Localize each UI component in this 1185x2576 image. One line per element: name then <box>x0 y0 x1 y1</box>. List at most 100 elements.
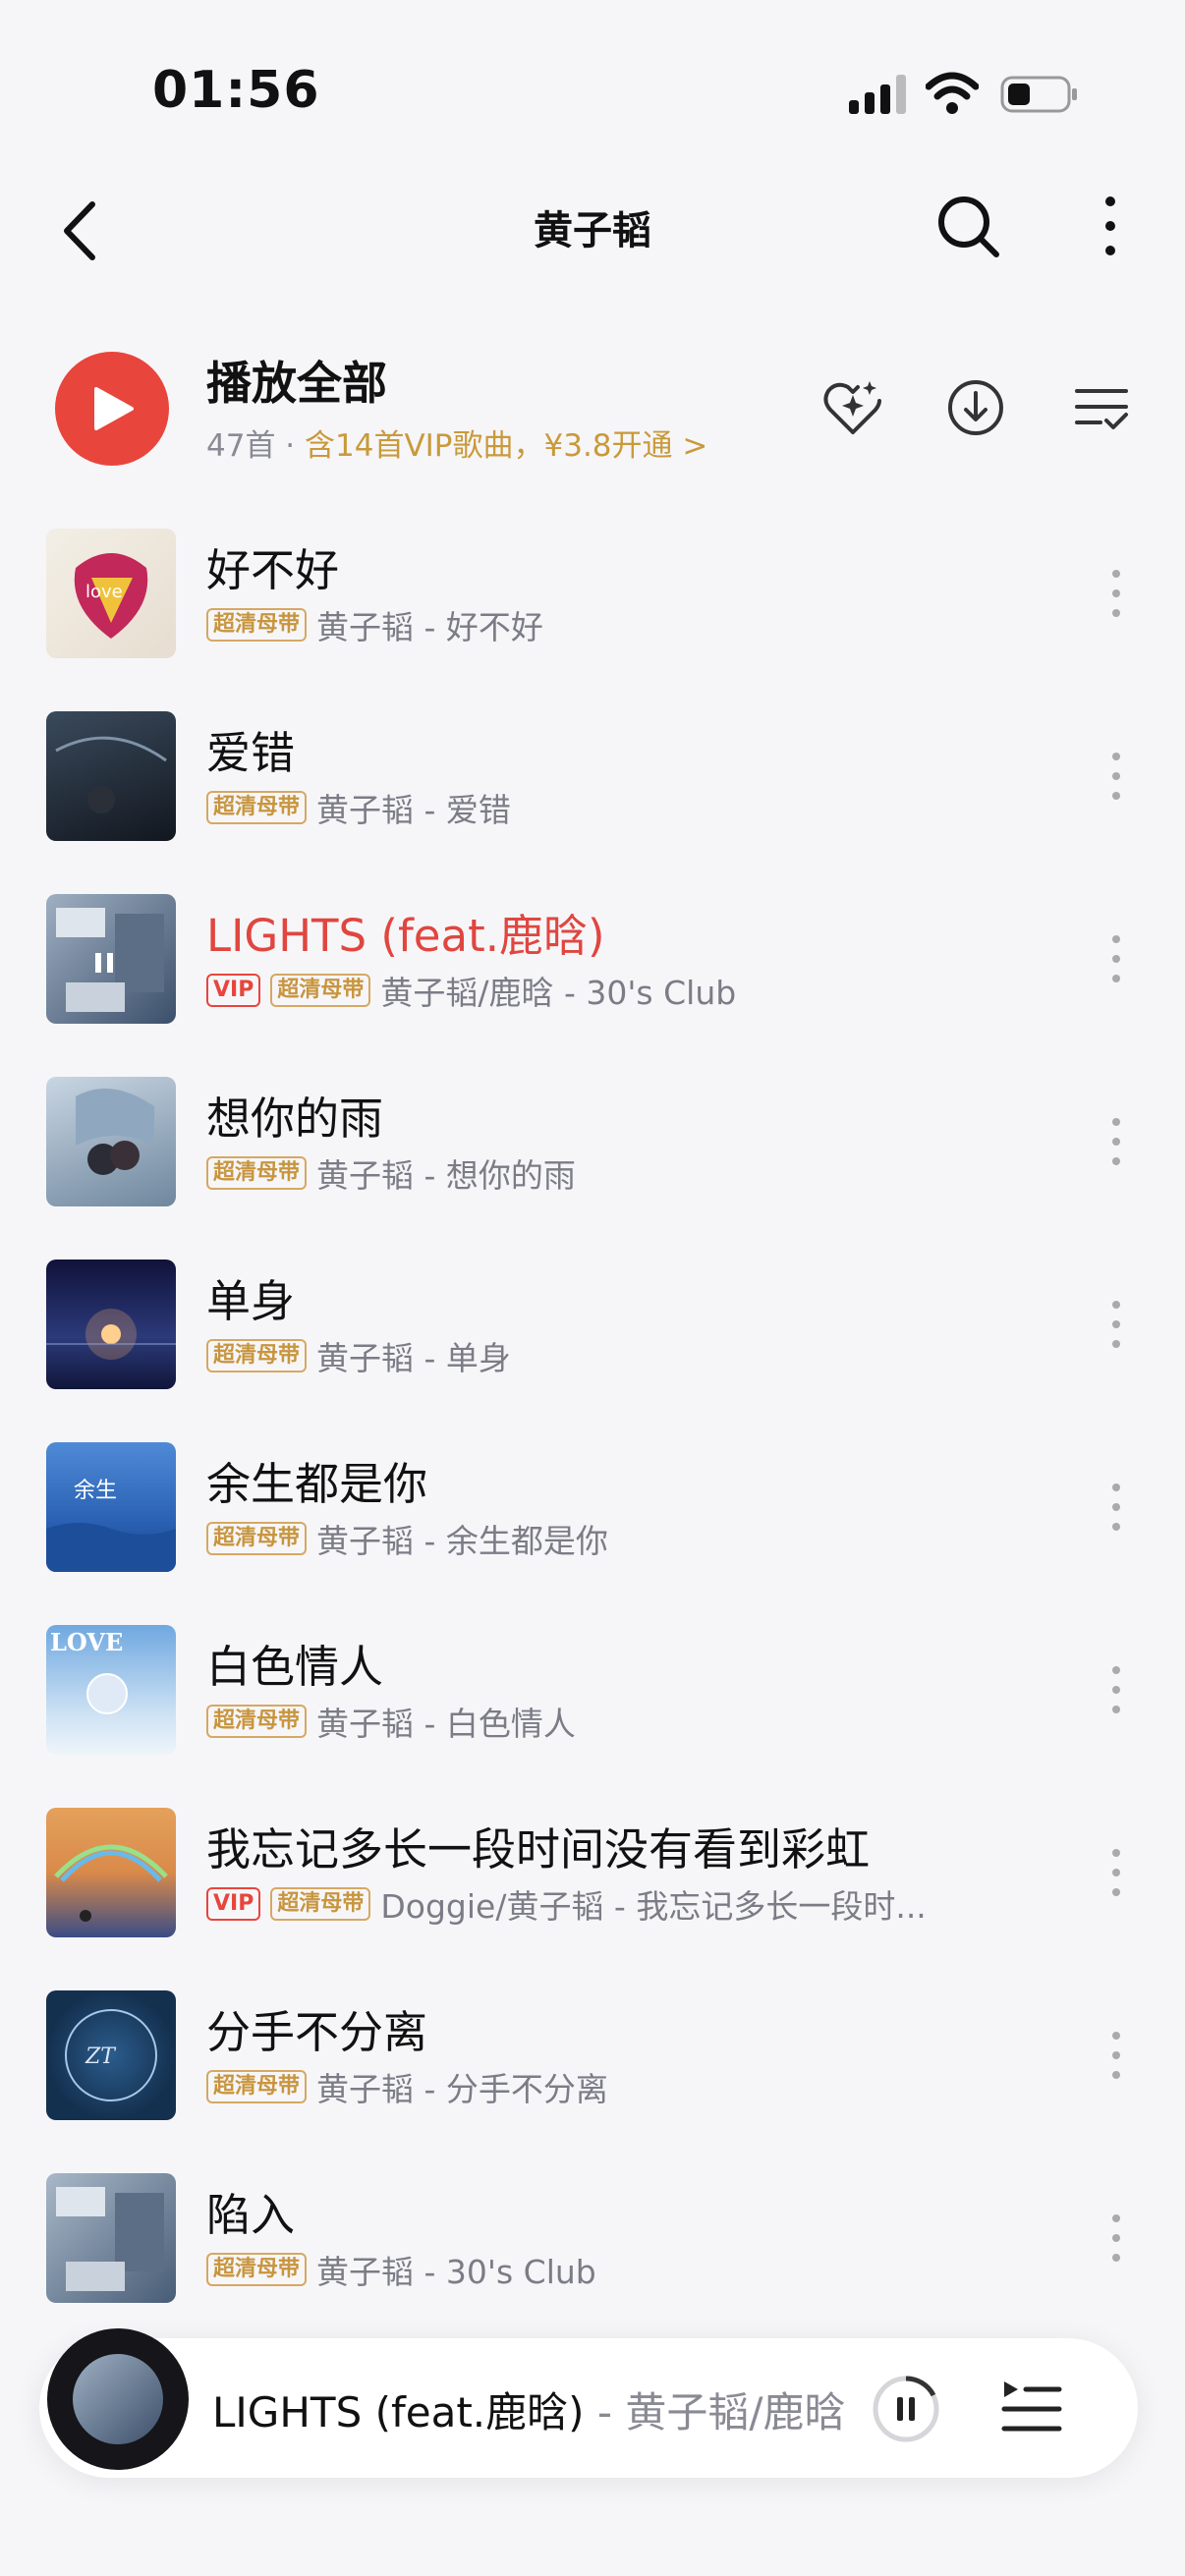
song-meta: 超清母带 黄子韬 - 爱错 <box>206 787 511 829</box>
svg-text:余生: 余生 <box>74 1479 117 1503</box>
svg-text:ZT: ZT <box>85 2044 117 2069</box>
quality-badge: 超清母带 <box>270 1887 371 1921</box>
heart-sparkle-icon[interactable] <box>820 375 885 440</box>
album-cover <box>46 2173 176 2303</box>
cellular-signal-icon <box>849 75 906 114</box>
song-row[interactable]: LOVE 白色情人 超清母带 黄子韬 - 白色情人 <box>0 1588 1185 1770</box>
song-row[interactable]: 陷入 超清母带 黄子韬 - 30's Club <box>0 2136 1185 2319</box>
quality-badge: 超清母带 <box>206 1705 308 1738</box>
song-meta: 超清母带 黄子韬 - 30's Club <box>206 2249 596 2291</box>
song-meta: 超清母带 黄子韬 - 余生都是你 <box>206 1518 608 1560</box>
song-more-icon[interactable] <box>1106 564 1126 623</box>
play-all-label[interactable]: 播放全部 <box>206 348 387 413</box>
song-more-icon[interactable] <box>1106 2209 1126 2268</box>
song-more-icon[interactable] <box>1106 929 1126 988</box>
vip-promo-link[interactable]: 含14首VIP歌曲，¥3.8开通 > <box>305 428 707 464</box>
pause-icon[interactable] <box>871 2374 941 2444</box>
multi-select-icon[interactable] <box>1069 375 1134 440</box>
song-artist: 黄子韬 - 爱错 <box>316 791 511 829</box>
status-time: 01:56 <box>152 61 320 120</box>
svg-text:LOVE: LOVE <box>50 1628 123 1656</box>
song-row[interactable]: 想你的雨 超清母带 黄子韬 - 想你的雨 <box>0 1039 1185 1222</box>
svg-text:love: love <box>85 582 123 602</box>
song-title: 单身 <box>206 1275 296 1327</box>
song-row[interactable]: 爱错 超清母带 黄子韬 - 爱错 <box>0 674 1185 857</box>
song-meta: 超清母带 黄子韬 - 单身 <box>206 1335 511 1377</box>
song-more-icon[interactable] <box>1106 1843 1126 1902</box>
top-nav-bar: 黄子韬 <box>0 177 1185 285</box>
song-more-icon[interactable] <box>1106 1295 1126 1354</box>
quality-badge: 超清母带 <box>206 1156 308 1190</box>
song-artist: 黄子韬 - 余生都是你 <box>316 1522 608 1560</box>
now-playing-cover <box>73 2354 163 2444</box>
song-artist: 黄子韬 - 分手不分离 <box>316 2070 608 2108</box>
wifi-icon <box>926 72 979 114</box>
vip-badge: VIP <box>206 1887 261 1921</box>
status-bar: 01:56 <box>0 0 1185 177</box>
play-icon <box>94 387 134 430</box>
song-title: 分手不分离 <box>206 2006 428 2058</box>
album-cover <box>46 1808 176 1937</box>
play-all-subtitle: 47首 · 含14首VIP歌曲，¥3.8开通 > <box>206 420 707 465</box>
song-artist: Doggie/黄子韬 - 我忘记多长一段时... <box>380 1887 927 1926</box>
now-playing-artist: - 黄子韬/鹿晗 <box>584 2388 846 2436</box>
song-artist: 黄子韬 - 30's Club <box>316 2253 596 2291</box>
album-cover: LOVE <box>46 1625 176 1755</box>
song-row[interactable]: 我忘记多长一段时间没有看到彩虹 VIP 超清母带 Doggie/黄子韬 - 我忘… <box>0 1770 1185 1953</box>
quality-badge: 超清母带 <box>206 2070 308 2103</box>
now-playing-text[interactable]: LIGHTS (feat.鹿晗) - 黄子韬/鹿晗 <box>212 2380 880 2439</box>
song-count: 47首 <box>206 428 276 464</box>
song-row[interactable]: LIGHTS (feat.鹿晗) VIP 超清母带 黄子韬/鹿晗 - 30's … <box>0 857 1185 1039</box>
song-more-icon[interactable] <box>1106 747 1126 806</box>
battery-icon <box>1000 76 1077 113</box>
download-icon[interactable] <box>943 375 1008 440</box>
song-more-icon[interactable] <box>1106 2026 1126 2085</box>
song-title: 陷入 <box>206 2189 296 2241</box>
quality-badge: 超清母带 <box>206 1339 308 1372</box>
song-title: 想你的雨 <box>206 1092 384 1145</box>
song-artist: 黄子韬 - 想你的雨 <box>316 1156 576 1195</box>
song-artist: 黄子韬 - 好不好 <box>316 608 543 646</box>
vip-badge: VIP <box>206 974 261 1007</box>
now-playing-disc[interactable] <box>47 2328 189 2470</box>
more-options-icon[interactable] <box>1091 192 1130 260</box>
quality-badge: 超清母带 <box>206 608 308 642</box>
playlist-icon[interactable] <box>996 2376 1065 2442</box>
song-title: 好不好 <box>206 544 340 596</box>
quality-badge: 超清母带 <box>206 1522 308 1555</box>
separator: · <box>275 428 306 464</box>
album-cover: 余生 <box>46 1442 176 1572</box>
song-meta: 超清母带 黄子韬 - 分手不分离 <box>206 2066 608 2108</box>
album-cover <box>46 711 176 841</box>
page-title: 黄子韬 <box>534 208 651 253</box>
song-title: 余生都是你 <box>206 1458 428 1510</box>
song-meta: VIP 超清母带 黄子韬/鹿晗 - 30's Club <box>206 970 736 1012</box>
song-title-now-playing: LIGHTS (feat.鹿晗) <box>206 910 605 962</box>
song-meta: VIP 超清母带 Doggie/黄子韬 - 我忘记多长一段时... <box>206 1883 927 1926</box>
song-row[interactable]: love 好不好 超清母带 黄子韬 - 好不好 <box>0 491 1185 674</box>
song-artist: 黄子韬 - 白色情人 <box>316 1705 576 1743</box>
search-icon[interactable] <box>933 192 1002 260</box>
song-artist: 黄子韬 - 单身 <box>316 1339 511 1377</box>
song-title: 我忘记多长一段时间没有看到彩虹 <box>206 1823 871 1876</box>
song-row[interactable]: ZT 分手不分离 超清母带 黄子韬 - 分手不分离 <box>0 1953 1185 2136</box>
song-more-icon[interactable] <box>1106 1660 1126 1719</box>
album-cover <box>46 1260 176 1389</box>
album-cover: love <box>46 529 176 658</box>
song-row[interactable]: 单身 超清母带 黄子韬 - 单身 <box>0 1222 1185 1405</box>
song-row[interactable]: 余生 余生都是你 超清母带 黄子韬 - 余生都是你 <box>0 1405 1185 1588</box>
mini-player[interactable]: LIGHTS (feat.鹿晗) - 黄子韬/鹿晗 <box>39 2328 1138 2478</box>
song-more-icon[interactable] <box>1106 1478 1126 1537</box>
song-meta: 超清母带 黄子韬 - 好不好 <box>206 604 543 646</box>
song-meta: 超清母带 黄子韬 - 想你的雨 <box>206 1152 576 1195</box>
now-playing-title: LIGHTS (feat.鹿晗) <box>212 2388 585 2436</box>
play-all-row: 播放全部 47首 · 含14首VIP歌曲，¥3.8开通 > <box>0 334 1185 481</box>
play-all-button[interactable] <box>55 352 169 466</box>
song-title: 白色情人 <box>206 1641 384 1693</box>
song-title: 爱错 <box>206 727 296 779</box>
song-more-icon[interactable] <box>1106 1112 1126 1171</box>
album-cover <box>46 894 176 1024</box>
song-meta: 超清母带 黄子韬 - 白色情人 <box>206 1701 576 1743</box>
album-cover <box>46 1077 176 1206</box>
album-cover: ZT <box>46 1990 176 2120</box>
